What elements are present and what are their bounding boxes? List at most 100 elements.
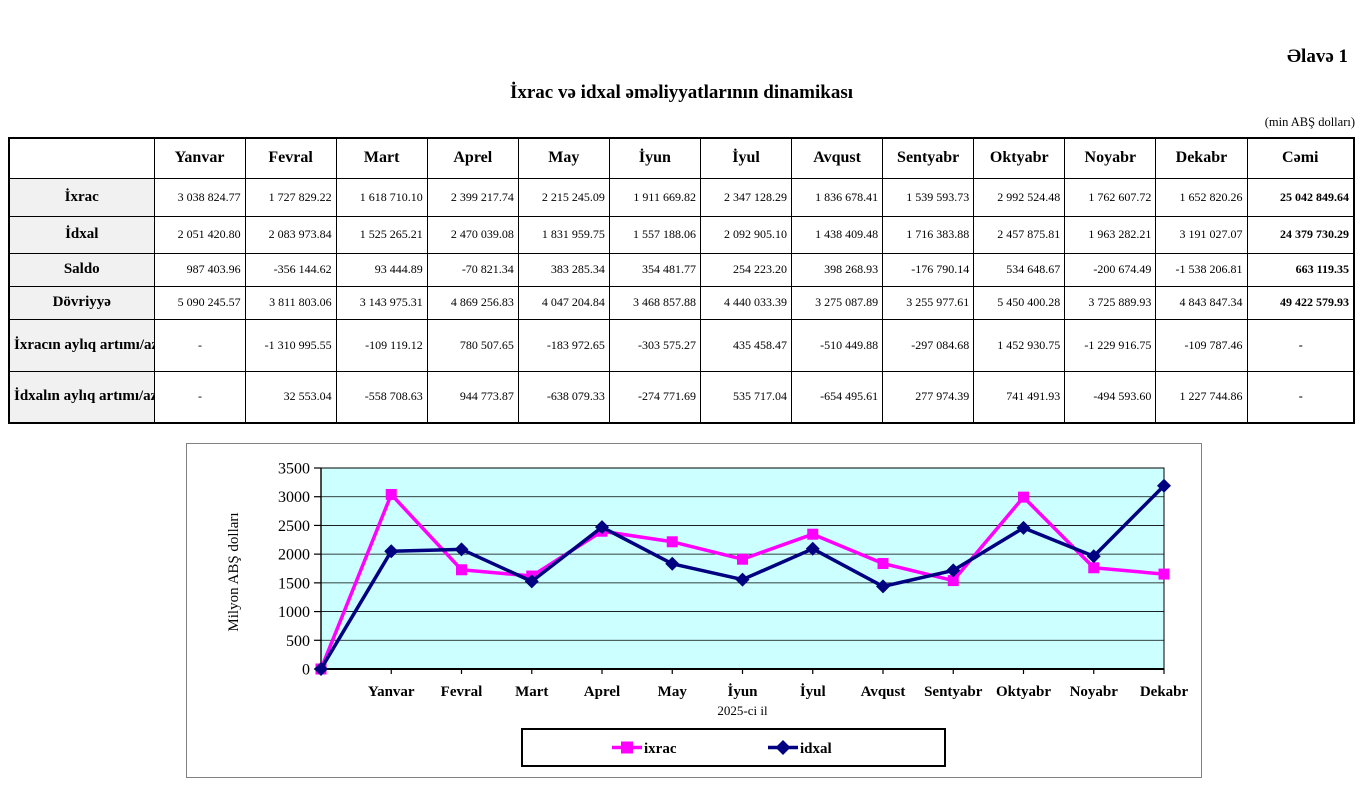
- data-point-square: [386, 489, 397, 500]
- table-cell: 3 038 824.77: [154, 178, 245, 216]
- table-row: Saldo987 403.96-356 144.6293 444.89-70 8…: [9, 253, 1354, 286]
- table-cell: -274 771.69: [609, 371, 700, 423]
- column-header: Oktyabr: [974, 138, 1065, 178]
- table-cell: 277 974.39: [883, 371, 974, 423]
- corner-cell: [9, 138, 154, 178]
- table-row: İxracın aylıq artımı/azalması--1 310 995…: [9, 319, 1354, 371]
- table-cell: 49 422 579.93: [1247, 286, 1354, 319]
- table-cell: -356 144.62: [245, 253, 336, 286]
- y-tick-label: 3500: [278, 461, 310, 478]
- table-cell: -: [1247, 371, 1354, 423]
- table-cell: -183 972.65: [518, 319, 609, 371]
- table-cell: 663 119.35: [1247, 253, 1354, 286]
- data-point-square: [667, 536, 678, 547]
- column-header: Noyabr: [1065, 138, 1156, 178]
- table-cell: 1 836 678.41: [792, 178, 883, 216]
- column-header: Avqust: [792, 138, 883, 178]
- y-tick-label: 1000: [278, 604, 310, 621]
- column-header: Yanvar: [154, 138, 245, 178]
- table-cell: 1 911 669.82: [609, 178, 700, 216]
- table-cell: 4 843 847.34: [1156, 286, 1247, 319]
- table-cell: 1 727 829.22: [245, 178, 336, 216]
- data-point-square: [807, 529, 818, 540]
- table-cell: 2 092 905.10: [700, 216, 791, 253]
- y-tick-label: 0: [302, 662, 310, 679]
- table-cell: -109 119.12: [336, 319, 427, 371]
- table-cell: 1 831 959.75: [518, 216, 609, 253]
- x-category-label: Noyabr: [1070, 684, 1119, 700]
- table-cell: -200 674.49: [1065, 253, 1156, 286]
- table-cell: -510 449.88: [792, 319, 883, 371]
- x-category-label: Dekabr: [1140, 684, 1189, 700]
- data-point-square: [456, 564, 467, 575]
- y-tick-label: 3000: [278, 489, 310, 506]
- table-cell: 3 811 803.06: [245, 286, 336, 319]
- table-cell: 1 963 282.21: [1065, 216, 1156, 253]
- table-cell: 93 444.89: [336, 253, 427, 286]
- table-cell: -654 495.61: [792, 371, 883, 423]
- x-category-label: May: [658, 684, 688, 700]
- table-row: İdxalın aylıq artımı/azalması-32 553.04-…: [9, 371, 1354, 423]
- y-tick-label: 2000: [278, 547, 310, 564]
- table-cell: 1 452 930.75: [974, 319, 1065, 371]
- table-cell: -558 708.63: [336, 371, 427, 423]
- column-header: Sentyabr: [883, 138, 974, 178]
- table-cell: 1 227 744.86: [1156, 371, 1247, 423]
- data-point-square: [1018, 492, 1029, 503]
- table-cell: 5 090 245.57: [154, 286, 245, 319]
- table-cell: -297 084.68: [883, 319, 974, 371]
- table-cell: 32 553.04: [245, 371, 336, 423]
- row-label: İdxal: [9, 216, 154, 253]
- column-header: İyul: [700, 138, 791, 178]
- table-cell: -176 790.14: [883, 253, 974, 286]
- chart-frame: 0500100015002000250030003500YanvarFevral…: [186, 443, 1202, 778]
- table-cell: -1 538 206.81: [1156, 253, 1247, 286]
- table-cell: 2 347 128.29: [700, 178, 791, 216]
- table-cell: 4 869 256.83: [427, 286, 518, 319]
- y-axis-title: Milyon ABŞ dolları: [226, 512, 242, 631]
- table-cell: 354 481.77: [609, 253, 700, 286]
- column-header: Dekabr: [1156, 138, 1247, 178]
- table-cell: 1 716 383.88: [883, 216, 974, 253]
- table-cell: 25 042 849.64: [1247, 178, 1354, 216]
- table-cell: 3 275 087.89: [792, 286, 883, 319]
- legend-label: ixrac: [644, 741, 677, 757]
- column-header: May: [518, 138, 609, 178]
- row-label: İxracın aylıq artımı/azalması: [9, 319, 154, 371]
- table-cell: 3 143 975.31: [336, 286, 427, 319]
- table-cell: 2 083 973.84: [245, 216, 336, 253]
- legend-box: [522, 729, 945, 766]
- table-cell: -303 575.27: [609, 319, 700, 371]
- table-cell: 944 773.87: [427, 371, 518, 423]
- table-cell: 1 525 265.21: [336, 216, 427, 253]
- table-cell: -638 079.33: [518, 371, 609, 423]
- table-cell: 534 648.67: [974, 253, 1065, 286]
- export-import-table: YanvarFevralMartAprelMayİyunİyulAvqustSe…: [8, 137, 1355, 424]
- table-row: İdxal2 051 420.802 083 973.841 525 265.2…: [9, 216, 1354, 253]
- y-tick-label: 2500: [278, 518, 310, 535]
- table-cell: 780 507.65: [427, 319, 518, 371]
- y-tick-label: 500: [286, 633, 310, 650]
- table-cell: 24 379 730.29: [1247, 216, 1354, 253]
- x-category-label: Aprel: [584, 684, 620, 700]
- legend-label: idxal: [800, 741, 832, 757]
- column-header: Cəmi: [1247, 138, 1354, 178]
- table-cell: -494 593.60: [1065, 371, 1156, 423]
- x-category-label: Oktyabr: [996, 684, 1051, 700]
- column-header: Aprel: [427, 138, 518, 178]
- table-cell: 2 399 217.74: [427, 178, 518, 216]
- unit-note: (min ABŞ dolları): [1265, 115, 1355, 130]
- x-category-label: Avqust: [861, 684, 906, 700]
- row-label: Saldo: [9, 253, 154, 286]
- table-cell: 987 403.96: [154, 253, 245, 286]
- row-label: İxrac: [9, 178, 154, 216]
- table-cell: 1 618 710.10: [336, 178, 427, 216]
- table-cell: -1 310 995.55: [245, 319, 336, 371]
- table-cell: 4 047 204.84: [518, 286, 609, 319]
- table-cell: -109 787.46: [1156, 319, 1247, 371]
- x-category-label: İyun: [727, 683, 758, 700]
- table-cell: 4 440 033.39: [700, 286, 791, 319]
- row-label: Dövriyyə: [9, 286, 154, 319]
- table-cell: 1 652 820.26: [1156, 178, 1247, 216]
- table-cell: 2 051 420.80: [154, 216, 245, 253]
